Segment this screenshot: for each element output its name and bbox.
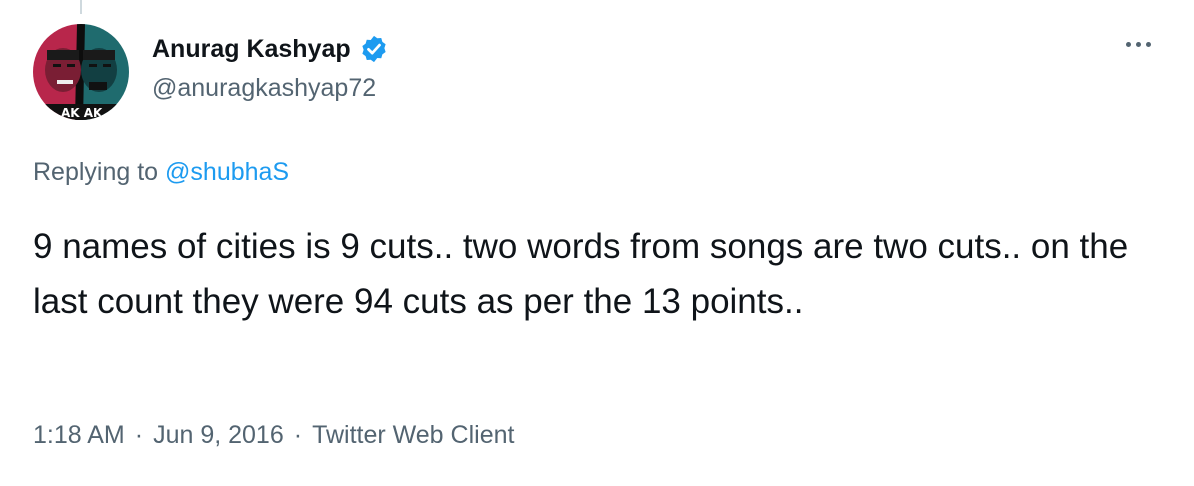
replying-to-mention-link[interactable]: @shubhaS (165, 158, 289, 186)
more-dot (1136, 42, 1141, 47)
tweet-client-link[interactable]: Twitter Web Client (312, 421, 514, 450)
thread-connector-line (80, 0, 82, 14)
verified-badge-icon (359, 34, 389, 64)
author-display-name[interactable]: Anurag Kashyap (152, 35, 351, 64)
tweet-date[interactable]: Jun 9, 2016 (153, 421, 284, 450)
more-options-icon[interactable] (1126, 42, 1151, 47)
meta-separator: · (293, 421, 303, 449)
tweet-text: 9 names of cities is 9 cuts.. two words … (33, 227, 1129, 321)
replying-to-label: Replying to (33, 158, 159, 186)
meta-separator: · (134, 421, 144, 449)
more-dot (1146, 42, 1151, 47)
more-dot (1126, 42, 1131, 47)
avatar[interactable]: AK AK (33, 24, 129, 120)
tweet-time[interactable]: 1:18 AM (33, 421, 125, 450)
avatar-image: AK AK (33, 24, 129, 120)
avatar-logo-text: AK AK (61, 106, 103, 120)
tweet-metadata: 1:18 AM · Jun 9, 2016 · Twitter Web Clie… (33, 421, 514, 450)
replying-to-line: Replying to @shubhaS (33, 158, 289, 187)
author-handle[interactable]: @anuragkashyap72 (152, 74, 376, 103)
